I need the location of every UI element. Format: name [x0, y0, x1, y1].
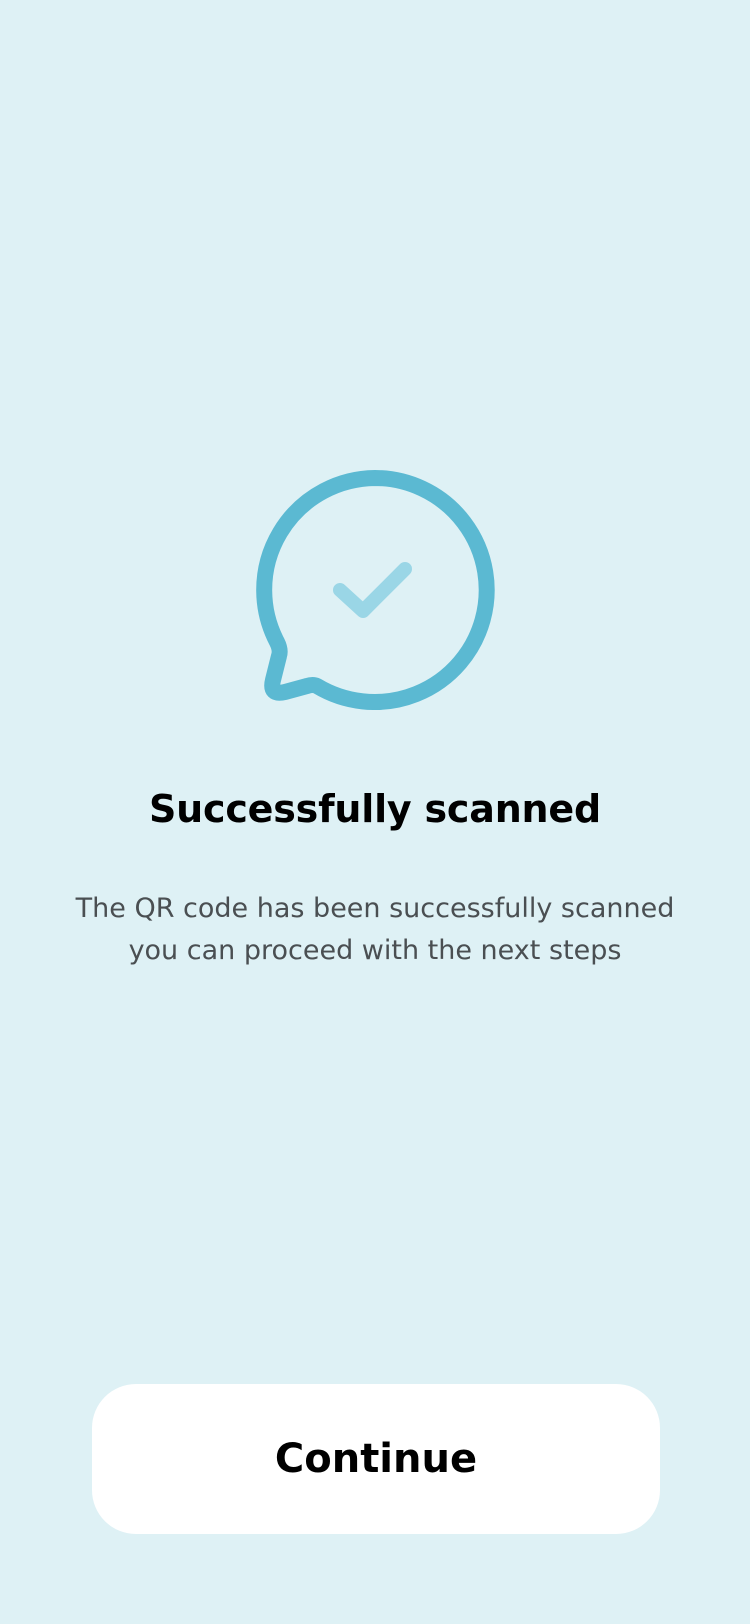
- description-line-1: The QR code has been successfully scanne…: [75, 893, 675, 924]
- success-screen: Successfully scanned The QR code has bee…: [0, 0, 750, 1624]
- check-icon: [333, 562, 412, 618]
- description: The QR code has been successfully scanne…: [50, 888, 700, 972]
- description-line-2: you can proceed with the next steps: [128, 935, 622, 966]
- page-title: Successfully scanned: [149, 787, 601, 831]
- continue-label: Continue: [274, 1436, 478, 1482]
- continue-button[interactable]: Continue: [92, 1384, 660, 1534]
- chat-bubble-check-icon: [255, 470, 495, 710]
